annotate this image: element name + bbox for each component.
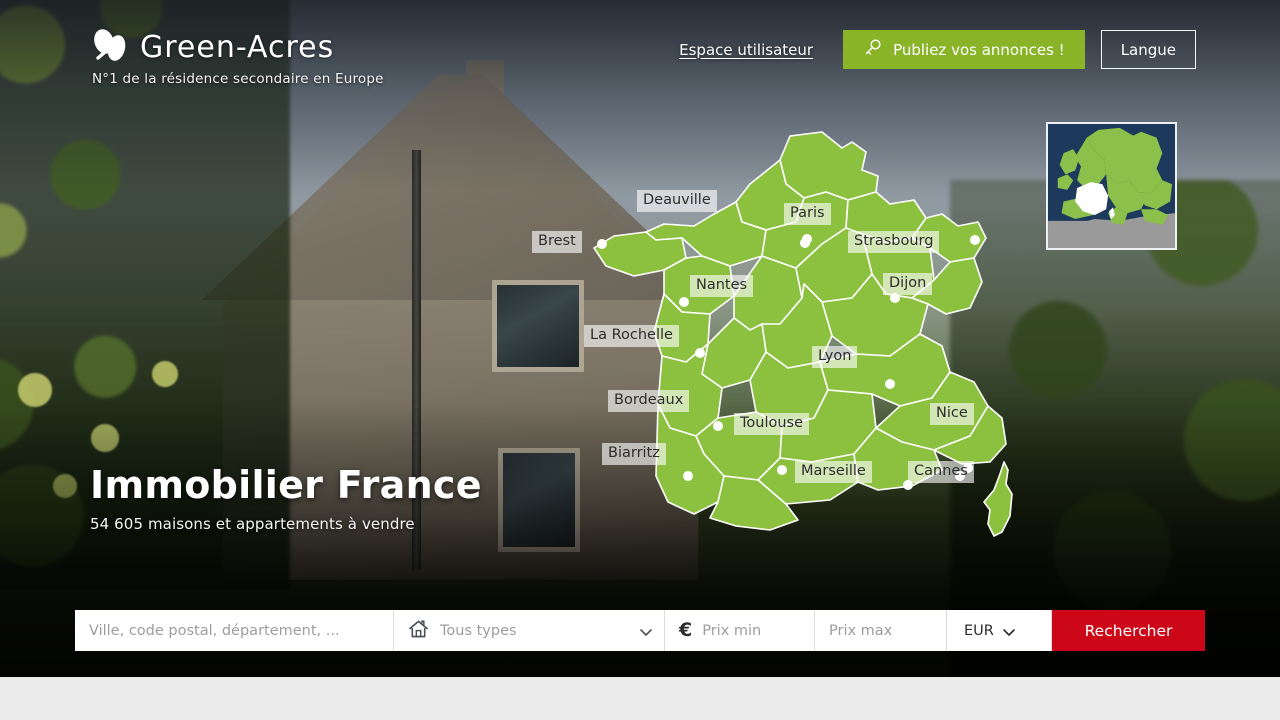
chevron-down-icon — [639, 624, 652, 637]
leaf-logo-icon — [92, 28, 128, 66]
hero-banner: Green-Acres N°1 de la résidence secondai… — [0, 0, 1280, 677]
city-label-bordeaux[interactable]: Bordeaux — [608, 390, 690, 412]
house-icon — [408, 619, 429, 643]
location-field[interactable] — [75, 610, 394, 651]
publish-listing-label: Publiez vos annonces ! — [893, 40, 1065, 59]
city-label-brest[interactable]: Brest — [532, 231, 582, 253]
city-label-la-rochelle[interactable]: La Rochelle — [584, 325, 679, 347]
price-min-field[interactable]: € — [665, 610, 815, 651]
city-dot[interactable] — [885, 379, 895, 389]
currency-select[interactable]: EUR — [947, 610, 1052, 651]
price-max-field[interactable] — [815, 610, 947, 651]
currency-label: EUR — [964, 622, 994, 639]
city-dot[interactable] — [777, 465, 787, 475]
city-label-marseille[interactable]: Marseille — [795, 461, 872, 483]
city-label-nantes[interactable]: Nantes — [690, 275, 754, 297]
publish-listing-button[interactable]: Publiez vos annonces ! — [843, 30, 1085, 69]
language-button[interactable]: Langue — [1100, 30, 1196, 69]
brand-name: Green-Acres — [140, 29, 335, 65]
price-min-input[interactable] — [702, 610, 814, 651]
property-type-select[interactable]: Tous types — [394, 610, 665, 651]
chevron-down-icon — [1002, 624, 1015, 637]
city-dot[interactable] — [970, 235, 980, 245]
city-label-paris[interactable]: Paris — [784, 203, 831, 225]
europe-locator-map[interactable] — [1046, 122, 1177, 250]
city-dot[interactable] — [597, 239, 607, 249]
city-label-deauville[interactable]: Deauville — [637, 190, 717, 212]
corsica-island — [983, 461, 1013, 537]
city-dot[interactable] — [683, 471, 693, 481]
city-dot[interactable] — [679, 297, 689, 307]
euro-icon: € — [679, 619, 693, 641]
city-label-strasbourg[interactable]: Strasbourg — [848, 231, 940, 253]
city-label-lyon[interactable]: Lyon — [812, 346, 858, 368]
brand-tagline: N°1 de la résidence secondaire en Europe — [92, 71, 384, 87]
city-label-cannes[interactable]: Cannes — [908, 461, 974, 483]
city-dot[interactable] — [695, 348, 705, 358]
city-label-biarritz[interactable]: Biarritz — [602, 443, 666, 465]
city-label-toulouse[interactable]: Toulouse — [734, 413, 810, 435]
city-dot[interactable] — [713, 421, 723, 431]
search-bar: Tous types € EUR Rechercher — [75, 610, 1205, 651]
brand-block[interactable]: Green-Acres N°1 de la résidence secondai… — [92, 28, 384, 87]
france-map[interactable]: Deauville Brest Paris Strasbourg Nantes Dijon… — [532, 118, 1040, 558]
user-space-link[interactable]: Espace utilisateur — [679, 41, 813, 59]
city-dot[interactable] — [802, 234, 812, 244]
city-label-dijon[interactable]: Dijon — [883, 273, 933, 295]
header-nav: Espace utilisateur Publiez vos annonces … — [679, 30, 1196, 69]
price-max-input[interactable] — [829, 610, 946, 651]
property-type-label: Tous types — [440, 622, 517, 639]
key-icon — [863, 38, 882, 61]
city-label-nice[interactable]: Nice — [930, 403, 974, 425]
page-title: Immobilier France — [90, 463, 482, 507]
hero-text-block: Immobilier France 54 605 maisons et appa… — [90, 463, 482, 533]
search-submit-button[interactable]: Rechercher — [1052, 610, 1205, 651]
search-input[interactable] — [89, 610, 393, 651]
listing-count: 54 605 maisons et appartements à vendre — [90, 514, 415, 533]
site-header: Green-Acres N°1 de la résidence secondai… — [0, 0, 1280, 100]
